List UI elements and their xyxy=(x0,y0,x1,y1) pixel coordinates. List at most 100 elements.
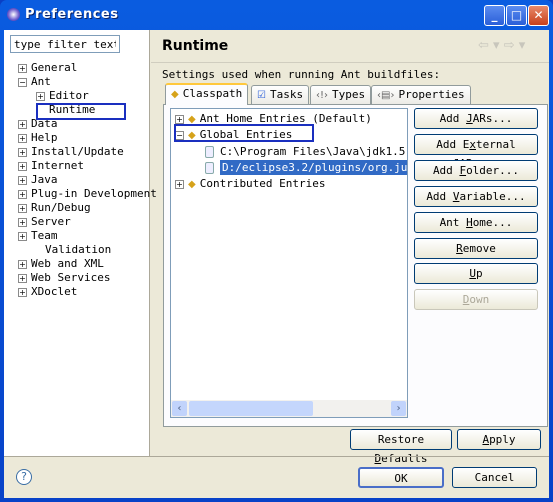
button-label-part: efaults xyxy=(381,452,428,465)
expand-icon[interactable]: + xyxy=(36,91,45,101)
expand-icon[interactable]: + xyxy=(18,217,27,227)
expand-icon[interactable]: + xyxy=(18,147,27,157)
expand-icon[interactable]: + xyxy=(18,231,27,241)
header-separator xyxy=(151,62,549,63)
expand-icon[interactable]: + xyxy=(18,119,27,129)
scroll-left-icon[interactable]: ‹ xyxy=(172,401,187,416)
tab-label: Types xyxy=(332,88,366,101)
sidebar-item-ant[interactable]: − Ant xyxy=(18,75,157,89)
sidebar-item-label: XDoclet xyxy=(31,285,78,298)
expand-icon[interactable]: + xyxy=(175,179,184,189)
minimize-button[interactable]: _ xyxy=(484,5,505,26)
filter-input[interactable] xyxy=(10,35,120,53)
classpath-tree[interactable]: + ◆ Ant Home Entries (Default) − ◆ Global Ent… xyxy=(170,108,408,418)
close-button[interactable]: ✕ xyxy=(528,5,549,26)
expand-icon[interactable]: + xyxy=(175,114,184,124)
button-label-part: ARs... xyxy=(472,112,513,125)
back-arrow-icon[interactable]: ⇦ ▾ xyxy=(478,38,500,53)
tab-types[interactable]: ‹!› Types xyxy=(310,85,372,104)
apply-button[interactable]: Apply xyxy=(457,429,541,450)
scroll-right-icon[interactable]: › xyxy=(391,401,406,416)
sidebar-item-internet[interactable]: + Internet xyxy=(18,159,157,173)
add-jars-button[interactable]: Add JARs... xyxy=(414,108,538,129)
sidebar-item-label: Internet xyxy=(31,159,84,172)
sidebar-item-label: Web Services xyxy=(31,271,111,284)
sidebar-item-install-update[interactable]: + Install/Update xyxy=(18,145,157,159)
nav-arrows[interactable]: ⇦ ▾ ⇨ ▾ xyxy=(478,38,525,53)
tab-label: Tasks xyxy=(269,88,304,101)
sidebar-item-team[interactable]: + Team xyxy=(18,229,157,243)
sidebar-item-validation[interactable]: Validation xyxy=(18,243,157,257)
down-button[interactable]: Down xyxy=(414,289,538,310)
sidebar-item-web-and-xml[interactable]: + Web and XML xyxy=(18,257,157,271)
add-variable-button[interactable]: Add Variable... xyxy=(414,186,538,207)
preference-tree: + General − Ant + Editor Runtime + Data + Help + Ins… xyxy=(18,61,157,299)
sidebar-item-label: Web and XML xyxy=(31,257,104,270)
sidebar-item-label: Team xyxy=(31,229,58,242)
expand-icon[interactable]: + xyxy=(18,161,27,171)
sidebar-item-editor[interactable]: + Editor xyxy=(18,89,157,103)
expand-icon[interactable]: + xyxy=(18,175,27,185)
tab-label: Classpath xyxy=(182,87,243,100)
sidebar-item-server[interactable]: + Server xyxy=(18,215,157,229)
expand-icon[interactable]: + xyxy=(18,259,27,269)
expand-icon[interactable]: + xyxy=(18,273,27,283)
button-label-part: Ant xyxy=(439,216,467,229)
sidebar-item-run-debug[interactable]: + Run/Debug xyxy=(18,201,157,215)
classpath-entry[interactable]: + ◆ Contributed Entries xyxy=(175,176,407,192)
button-label-part: Add xyxy=(432,164,460,177)
sidebar-item-plug-in-development[interactable]: + Plug-in Development xyxy=(18,187,157,201)
expand-icon[interactable]: + xyxy=(18,189,27,199)
sidebar-item-label: Editor xyxy=(49,89,89,102)
scroll-thumb[interactable] xyxy=(189,401,313,416)
sidebar-item-general[interactable]: + General xyxy=(18,61,157,75)
sidebar-item-label: Validation xyxy=(45,243,112,256)
window-title: Preferences xyxy=(25,7,119,22)
restore-defaults-button[interactable]: Restore Defaults xyxy=(350,429,452,465)
horizontal-scrollbar[interactable]: ‹ › xyxy=(171,400,407,417)
jar-icon xyxy=(205,161,214,174)
add-external-jars-button[interactable]: Add External JARs... xyxy=(414,134,538,170)
sidebar-item-label: Server xyxy=(31,215,71,228)
entry-label: C:\Program Files\Java\jdk1.5.0_ xyxy=(220,144,407,158)
button-label-part: U xyxy=(469,267,476,280)
button-label-part: own xyxy=(469,293,490,306)
tab-tasks[interactable]: ☑ Tasks xyxy=(251,85,310,104)
forward-arrow-icon[interactable]: ⇨ ▾ xyxy=(504,38,526,53)
remove-button[interactable]: Remove xyxy=(414,238,538,259)
button-label-part: emove xyxy=(462,242,496,255)
sidebar-item-xdoclet[interactable]: + XDoclet xyxy=(18,285,157,299)
ant-home-button[interactable]: Ant Home... xyxy=(414,212,538,233)
title-bar[interactable]: Preferences _ □ ✕ xyxy=(0,0,553,30)
sidebar-item-java[interactable]: + Java xyxy=(18,173,157,187)
properties-icon: ‹▤› xyxy=(377,90,395,101)
help-icon[interactable]: ? xyxy=(16,469,32,485)
sidebar-item-label: Help xyxy=(31,131,58,144)
button-label-part: J xyxy=(466,112,473,125)
button-label-part: Restore xyxy=(377,433,425,446)
sidebar-item-label: Ant xyxy=(31,75,51,88)
expand-icon[interactable]: + xyxy=(18,63,27,73)
classpath-entry[interactable]: D:/eclipse3.2/plugins/org.junit xyxy=(175,159,407,176)
add-folder-button[interactable]: Add Folder... xyxy=(414,160,538,181)
sidebar-item-help[interactable]: + Help xyxy=(18,131,157,145)
bottom-separator xyxy=(4,456,549,457)
collapse-icon[interactable]: − xyxy=(18,77,27,87)
entry-label: D:/eclipse3.2/plugins/org.junit xyxy=(220,159,407,175)
expand-icon[interactable]: + xyxy=(18,287,27,297)
expand-icon[interactable]: + xyxy=(18,203,27,213)
maximize-button[interactable]: □ xyxy=(506,5,527,26)
tab-properties[interactable]: ‹▤› Properties xyxy=(371,85,471,104)
classpath-icon: ◆ xyxy=(171,89,179,100)
sidebar-item-web-services[interactable]: + Web Services xyxy=(18,271,157,285)
page-title: Runtime xyxy=(162,38,229,54)
up-button[interactable]: Up xyxy=(414,263,538,284)
button-label-part: Add xyxy=(439,112,467,125)
ok-button[interactable]: OK xyxy=(358,467,444,488)
runtime-highlight-box xyxy=(36,103,126,120)
cancel-button[interactable]: Cancel xyxy=(452,467,537,488)
tab-classpath[interactable]: ◆ Classpath xyxy=(165,83,249,105)
classpath-group-icon: ◆ xyxy=(188,179,196,191)
expand-icon[interactable]: + xyxy=(18,133,27,143)
classpath-entry[interactable]: C:\Program Files\Java\jdk1.5.0_ xyxy=(175,144,407,160)
